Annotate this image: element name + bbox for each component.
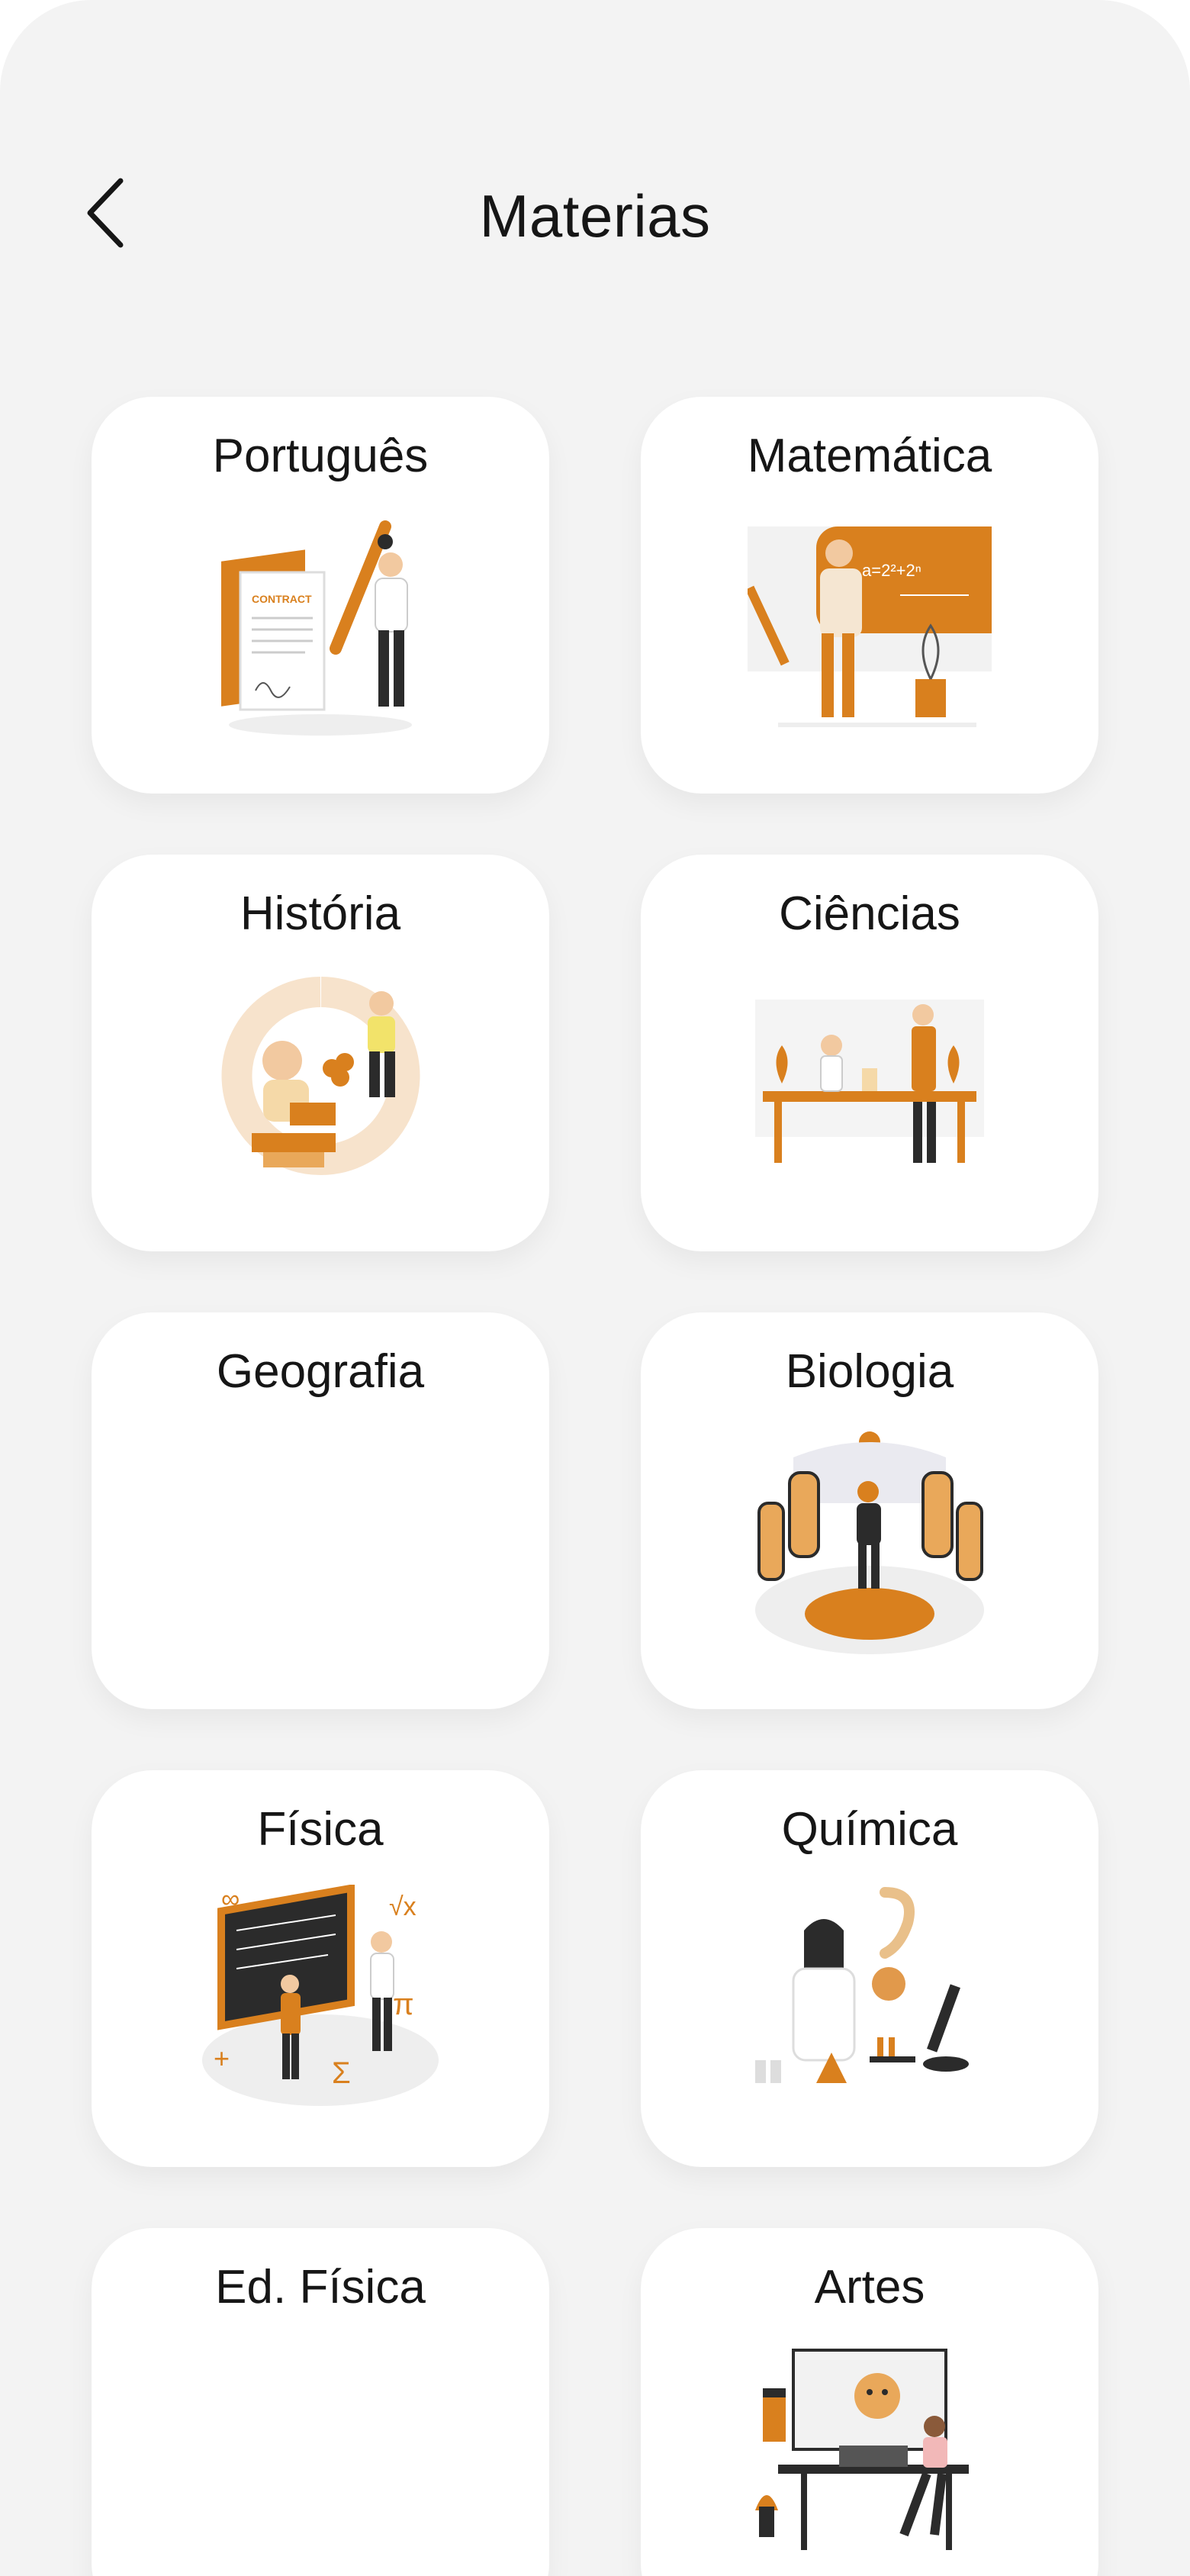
chemistry-illustration: [755, 1887, 969, 2083]
subject-label: Artes: [814, 2261, 925, 2314]
subject-label: Física: [257, 1803, 384, 1856]
svg-text:Σ: Σ: [332, 2056, 351, 2090]
history-illustration: [221, 977, 420, 1175]
subject-card-fisica[interactable]: Física ∞ √x π Σ +: [92, 1770, 549, 2167]
subject-card-matematica[interactable]: Matemática a=2²+2ⁿ: [641, 397, 1098, 794]
subject-card-quimica[interactable]: Química: [641, 1770, 1098, 2167]
subject-label: Ed. Física: [215, 2261, 426, 2314]
art-designer-illustration: [755, 2349, 969, 2550]
page-title: Materias: [479, 182, 711, 250]
math-teacher-illustration: a=2²+2ⁿ: [748, 526, 992, 727]
subject-card-artes[interactable]: Artes: [641, 2228, 1098, 2576]
subject-label: Geografia: [216, 1345, 425, 1398]
biology-illustration: [755, 1431, 984, 1654]
svg-text:√x: √x: [389, 1892, 416, 1921]
subject-label: História: [240, 887, 401, 940]
screen: Materias Português CONTRACT Matemática a…: [0, 0, 1190, 2576]
subject-label: Ciências: [779, 887, 960, 940]
subject-label: Português: [212, 430, 429, 482]
svg-text:CONTRACT: CONTRACT: [252, 593, 312, 605]
science-lab-illustration: [755, 1000, 984, 1163]
contract-writer-illustration: CONTRACT: [221, 520, 412, 736]
svg-text:+: +: [214, 2043, 230, 2074]
svg-text:a=2²+2ⁿ: a=2²+2ⁿ: [862, 561, 921, 580]
svg-text:∞: ∞: [221, 1885, 240, 1914]
subject-card-ed-fisica[interactable]: Ed. Física: [92, 2228, 549, 2576]
subject-label: Biologia: [785, 1345, 954, 1398]
subject-label: Química: [781, 1803, 958, 1856]
svg-text:π: π: [393, 1988, 414, 2021]
subject-card-portugues[interactable]: Português CONTRACT: [92, 397, 549, 794]
subject-card-ciencias[interactable]: Ciências: [641, 855, 1098, 1251]
subject-card-biologia[interactable]: Biologia: [641, 1312, 1098, 1709]
header: Materias: [0, 153, 1190, 282]
subject-label: Matemática: [747, 430, 992, 482]
physics-blackboard-illustration: ∞ √x π Σ +: [202, 1885, 439, 2106]
subject-card-historia[interactable]: História: [92, 855, 549, 1251]
subject-card-geografia[interactable]: Geografia: [92, 1312, 549, 1709]
